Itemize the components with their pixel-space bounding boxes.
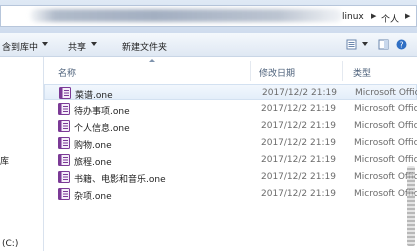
file-name: 购物.one <box>74 141 112 151</box>
file-type: Microsoft Office <box>354 138 417 148</box>
nav-library-label[interactable]: 库 <box>0 154 9 167</box>
scrollbar-thumb[interactable] <box>407 166 415 246</box>
chevron-down-icon[interactable] <box>362 42 368 46</box>
column-type[interactable]: 类型 <box>353 66 371 79</box>
file-modified: 2017/12/2 21:19 <box>262 88 337 98</box>
column-divider[interactable] <box>342 61 343 81</box>
include-in-library-button[interactable]: 含到库中 <box>2 40 38 53</box>
svg-text:?: ? <box>399 41 403 50</box>
file-modified: 2017/12/2 21:19 <box>261 155 336 165</box>
file-modified: 2017/12/2 21:19 <box>261 104 336 114</box>
address-bar-area: linux ▶ 个人 ▶ <box>0 0 417 33</box>
file-row[interactable]: 购物.one 2017/12/2 21:19 Microsoft Office <box>44 135 417 151</box>
chevron-down-icon[interactable] <box>42 42 48 46</box>
column-name[interactable]: 名称 <box>58 66 76 79</box>
onenote-section-icon <box>58 188 70 200</box>
breadcrumb-arrow-icon[interactable]: ▶ <box>371 12 376 20</box>
column-divider[interactable] <box>250 61 251 81</box>
breadcrumb-arrow-icon[interactable]: ▶ <box>405 12 410 20</box>
file-modified: 2017/12/2 21:19 <box>261 172 336 182</box>
file-row[interactable]: 旅程.one 2017/12/2 21:19 Microsoft Office <box>44 152 417 168</box>
command-toolbar: 含到库中 共享 新建文件夹 ? <box>0 33 417 57</box>
file-name: 个人信息.one <box>74 124 130 134</box>
file-modified: 2017/12/2 21:19 <box>261 138 336 148</box>
onenote-section-icon <box>58 137 70 149</box>
breadcrumb-linux[interactable]: linux <box>342 12 364 22</box>
file-type: Microsoft Office <box>354 121 417 131</box>
file-type: Microsoft Office <box>355 88 417 98</box>
navigation-pane[interactable]: 库 (C:) <box>0 57 44 251</box>
vertical-scrollbar[interactable] <box>405 160 417 251</box>
file-modified: 2017/12/2 21:19 <box>261 189 336 199</box>
file-name: 菜谱.one <box>75 91 113 101</box>
onenote-section-icon <box>58 154 70 166</box>
share-button[interactable]: 共享 <box>68 40 86 53</box>
file-row[interactable]: 个人信息.one 2017/12/2 21:19 Microsoft Offic… <box>44 118 417 134</box>
file-name: 旅程.one <box>74 158 112 168</box>
sort-up-icon <box>149 59 155 62</box>
blurred-path <box>30 9 342 22</box>
view-options-icon[interactable] <box>346 39 357 50</box>
file-row[interactable]: 待办事项.one 2017/12/2 21:19 Microsoft Offic… <box>44 101 417 117</box>
breadcrumb-personal[interactable]: 个人 <box>381 12 399 25</box>
file-row[interactable]: 书籍、电影和音乐.one 2017/12/2 21:19 Microsoft O… <box>44 169 417 185</box>
onenote-section-icon <box>59 87 71 99</box>
file-name: 杂项.one <box>74 192 112 202</box>
help-icon[interactable]: ? <box>396 39 407 50</box>
onenote-section-icon <box>58 171 70 183</box>
file-type: Microsoft Office <box>354 104 417 114</box>
onenote-section-icon <box>58 120 70 132</box>
file-name: 待办事项.one <box>74 107 130 117</box>
preview-pane-icon[interactable] <box>378 39 389 50</box>
file-name: 书籍、电影和音乐.one <box>74 175 166 185</box>
file-row[interactable]: 菜谱.one 2017/12/2 21:19 Microsoft Office <box>44 84 417 101</box>
column-header: 名称 修改日期 类型 <box>44 57 417 83</box>
onenote-section-icon <box>58 103 70 115</box>
file-row[interactable]: 杂项.one 2017/12/2 21:19 Microsoft Office <box>44 186 417 202</box>
column-modified[interactable]: 修改日期 <box>259 66 295 79</box>
file-modified: 2017/12/2 21:19 <box>261 121 336 131</box>
nav-drive-label[interactable]: (C:) <box>2 239 18 249</box>
chevron-down-icon[interactable] <box>91 42 97 46</box>
new-folder-button[interactable]: 新建文件夹 <box>122 40 167 53</box>
